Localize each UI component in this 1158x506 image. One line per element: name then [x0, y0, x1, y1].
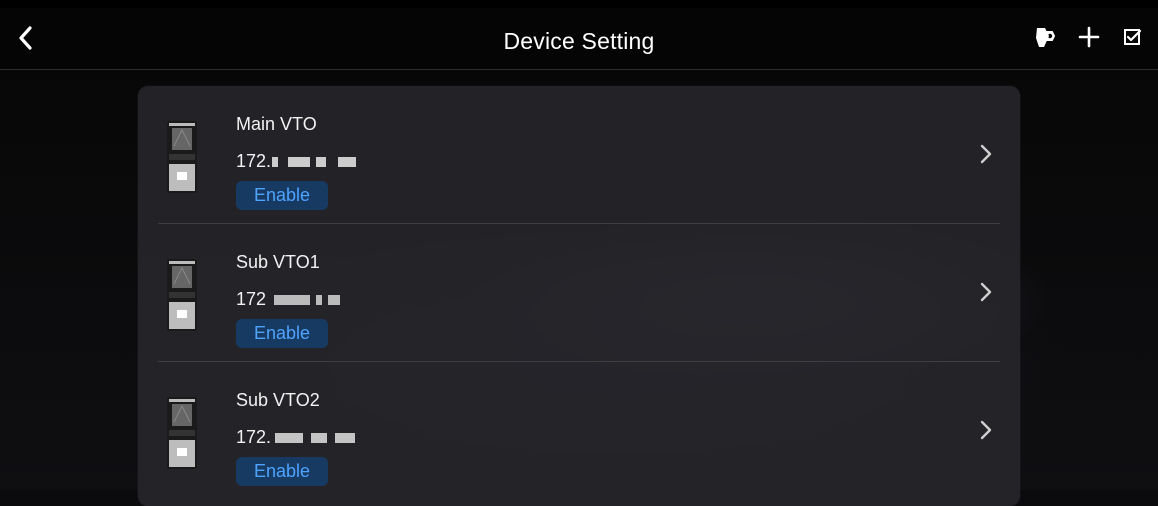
- ip-redaction: [288, 156, 311, 167]
- edit-icon: [1124, 29, 1142, 45]
- device-row-sub-vto1[interactable]: Sub VTO1 172 Enable: [138, 224, 1020, 362]
- vto-device-image: [164, 120, 200, 194]
- device-ip-prefix: 172: [236, 289, 267, 309]
- header-actions: [1032, 24, 1146, 50]
- device-name: Main VTO: [236, 114, 317, 134]
- ip-redaction: [316, 294, 323, 305]
- status-badge: Enable: [236, 319, 328, 348]
- device-name: Sub VTO1: [236, 252, 320, 272]
- edit-button[interactable]: [1120, 24, 1146, 50]
- device-row-sub-vto2[interactable]: Sub VTO2 172. Enable: [138, 362, 1020, 500]
- ip-redaction: [272, 156, 279, 167]
- ip-redaction: [274, 294, 311, 305]
- device-ip-prefix: 172.: [236, 151, 272, 171]
- ip-redaction: [338, 156, 357, 167]
- card-icon: [1036, 28, 1056, 47]
- add-button[interactable]: [1076, 24, 1102, 50]
- device-list-panel: Main VTO 172. Enable Sub VTO1 172 Enable…: [138, 86, 1020, 506]
- ip-redaction: [335, 432, 356, 443]
- top-bar: Device Setting: [0, 8, 1158, 70]
- chevron-right-icon: [980, 282, 992, 302]
- status-strip: [0, 0, 1158, 8]
- ip-redaction: [328, 294, 341, 305]
- ip-redaction: [275, 432, 304, 443]
- status-badge: Enable: [236, 457, 328, 486]
- ip-redaction: [311, 432, 328, 443]
- chevron-right-icon: [980, 144, 992, 164]
- vto-device-image: [164, 396, 200, 470]
- device-ip-prefix: 172.: [236, 427, 272, 447]
- card-button[interactable]: [1032, 24, 1058, 50]
- device-ip: 172.: [236, 151, 357, 172]
- device-name: Sub VTO2: [236, 390, 320, 410]
- device-row-main-vto[interactable]: Main VTO 172. Enable: [138, 86, 1020, 224]
- device-setting-screen: Device Setting Main VTO 172. Enable Sub …: [0, 0, 1158, 506]
- device-ip: 172.: [236, 427, 356, 448]
- device-ip: 172: [236, 289, 341, 310]
- status-badge: Enable: [236, 181, 328, 210]
- vto-device-image: [164, 258, 200, 332]
- page-title: Device Setting: [503, 28, 655, 54]
- add-icon: [1078, 26, 1100, 48]
- chevron-right-icon: [980, 420, 992, 440]
- ip-redaction: [316, 156, 327, 167]
